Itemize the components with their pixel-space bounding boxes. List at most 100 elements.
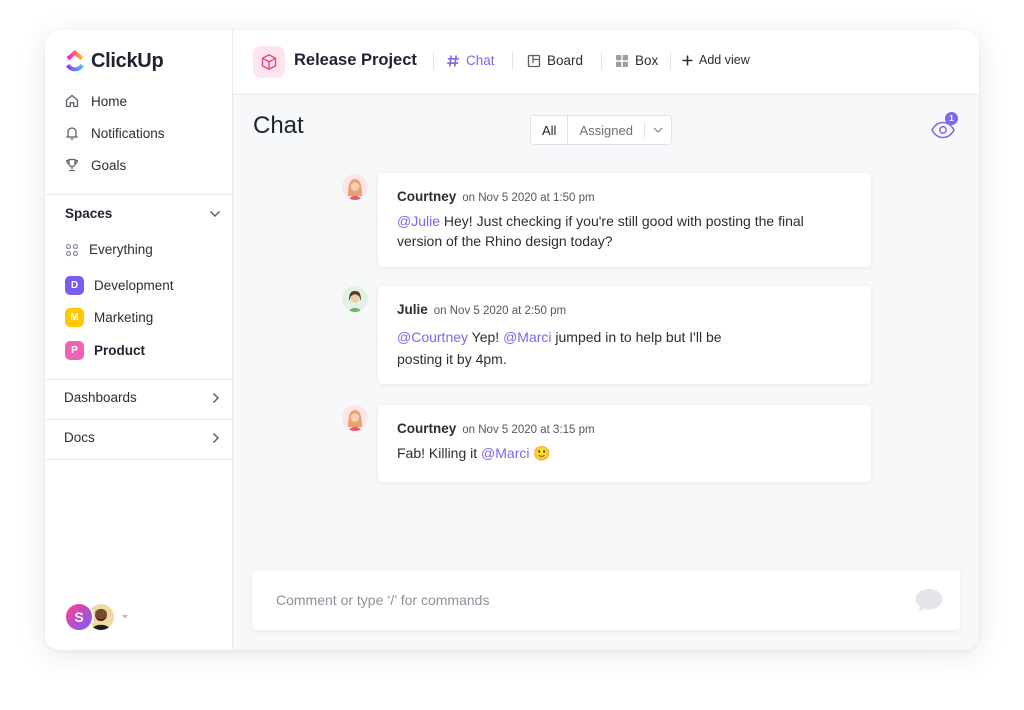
chat-message: Courtney on Nov 5 2020 at 1:50 pm @Julie…: [378, 173, 871, 267]
chat-bubble-icon[interactable]: [913, 586, 945, 614]
box-3d-icon: [261, 54, 277, 70]
clickup-logo[interactable]: ClickUp: [64, 49, 164, 73]
topbar: Release Project Chat Board Box Add view: [233, 30, 979, 95]
courtney-avatar[interactable]: [342, 405, 368, 431]
chat-filter: All Assigned: [530, 115, 672, 145]
nav-home[interactable]: Home: [64, 93, 127, 109]
message-body: @Julie Hey! Just checking if you're stil…: [397, 211, 852, 251]
page-title: Chat: [253, 112, 304, 139]
message-body: Fab! Killing it @Marci 🙂: [397, 443, 852, 463]
nav-dashboards[interactable]: Dashboards: [64, 390, 220, 405]
comment-composer: [252, 570, 960, 630]
sidebar-divider: [45, 459, 233, 460]
mention-link[interactable]: @Marci: [481, 445, 529, 461]
message-timestamp: on Nov 5 2020 at 1:50 pm: [462, 192, 595, 204]
nav-docs[interactable]: Docs: [64, 430, 220, 445]
user-avatar: S: [64, 602, 94, 632]
tab-chat[interactable]: Chat: [446, 53, 495, 68]
mention-link[interactable]: @Julie: [397, 213, 440, 229]
chevron-right-icon: [212, 432, 220, 443]
add-view-label: Add view: [699, 53, 750, 67]
message-timestamp: on Nov 5 2020 at 3:15 pm: [462, 424, 595, 436]
space-badge: D: [65, 276, 84, 295]
sidebar-divider: [45, 379, 233, 380]
tab-box-label: Box: [635, 53, 659, 68]
message-text: Fab! Killing it: [397, 445, 482, 461]
home-icon: [65, 94, 79, 108]
plus-icon: [682, 55, 693, 65]
tab-separator: [601, 52, 602, 70]
chat-message: Julie on Nov 5 2020 at 2:50 pm @Courtney…: [378, 286, 871, 384]
space-product-label: Product: [94, 343, 146, 358]
clickup-logo-icon: [66, 50, 84, 72]
project-title: Release Project: [294, 51, 417, 69]
chat-message: Courtney on Nov 5 2020 at 3:15 pm Fab! K…: [378, 405, 871, 482]
nav-notifications[interactable]: Notifications: [64, 125, 165, 141]
message-text: Hey! Just checking if you're still good …: [397, 213, 804, 249]
tab-board[interactable]: Board: [527, 53, 583, 68]
chevron-down-icon: [653, 127, 663, 133]
message-meta: Courtney on Nov 5 2020 at 1:50 pm: [397, 189, 852, 204]
smile-emoji: 🙂: [533, 445, 551, 461]
mention-link[interactable]: @Marci: [503, 329, 551, 345]
app-window: ClickUp Home Notifications Goals Spaces …: [45, 30, 979, 650]
space-product[interactable]: P Product: [65, 341, 145, 360]
comment-input[interactable]: [252, 570, 892, 630]
space-marketing-label: Marketing: [94, 310, 154, 325]
message-text: Yep!: [468, 329, 504, 345]
courtney-avatar[interactable]: [342, 174, 368, 200]
chevron-down-icon[interactable]: [209, 210, 221, 218]
sidebar-divider: [45, 419, 233, 420]
space-badge: P: [65, 341, 84, 360]
nav-goals[interactable]: Goals: [64, 157, 126, 173]
julie-avatar[interactable]: [342, 286, 368, 312]
message-author[interactable]: Courtney: [397, 421, 456, 436]
space-development-label: Development: [94, 278, 174, 293]
tab-board-label: Board: [547, 53, 584, 68]
nav-dashboards-label: Dashboards: [64, 390, 137, 405]
space-development[interactable]: D Development: [65, 276, 174, 295]
hash-icon: [447, 54, 459, 67]
tab-separator: [512, 52, 513, 70]
space-badge: M: [65, 308, 84, 327]
box-grid-icon: [616, 54, 628, 67]
project-icon: [253, 46, 285, 78]
message-meta: Julie on Nov 5 2020 at 2:50 pm: [397, 302, 852, 317]
trophy-icon: [66, 158, 78, 172]
app-name: ClickUp: [91, 49, 164, 72]
bell-icon: [66, 127, 78, 140]
everything-icon: [65, 243, 79, 256]
tab-chat-label: Chat: [466, 53, 495, 68]
filter-assigned[interactable]: Assigned: [568, 116, 643, 144]
space-everything-label: Everything: [89, 242, 153, 257]
user-menu[interactable]: S: [64, 602, 130, 632]
filter-dropdown[interactable]: [643, 122, 671, 138]
nav-docs-label: Docs: [64, 430, 95, 445]
chevron-right-icon: [212, 392, 220, 403]
filter-all[interactable]: All: [531, 116, 569, 144]
main-panel: Release Project Chat Board Box Add view: [233, 30, 979, 650]
nav-notifications-label: Notifications: [91, 125, 165, 141]
tab-separator: [670, 52, 671, 70]
message-author[interactable]: Julie: [397, 302, 428, 317]
tab-box[interactable]: Box: [615, 53, 658, 68]
spaces-label: Spaces: [65, 206, 113, 221]
watchers-count-badge: 1: [945, 112, 958, 125]
watchers-button[interactable]: 1: [930, 112, 958, 140]
space-everything[interactable]: Everything: [65, 242, 153, 257]
nav-goals-label: Goals: [91, 157, 127, 173]
message-meta: Courtney on Nov 5 2020 at 3:15 pm: [397, 421, 852, 436]
nav-home-label: Home: [91, 93, 128, 109]
mention-link[interactable]: @Courtney: [397, 329, 468, 345]
space-marketing[interactable]: M Marketing: [65, 308, 153, 327]
message-timestamp: on Nov 5 2020 at 2:50 pm: [433, 305, 567, 317]
message-author[interactable]: Courtney: [397, 189, 456, 204]
add-view-button[interactable]: Add view: [682, 53, 750, 67]
sidebar-divider: [45, 194, 233, 195]
spaces-header[interactable]: Spaces: [65, 206, 221, 221]
board-icon: [527, 54, 541, 67]
message-body: @Courtney Yep! @Marci jumped in to help …: [397, 326, 747, 370]
sidebar: ClickUp Home Notifications Goals Spaces …: [45, 30, 233, 650]
caret-down-icon: [122, 615, 128, 619]
tab-separator: [433, 52, 434, 70]
